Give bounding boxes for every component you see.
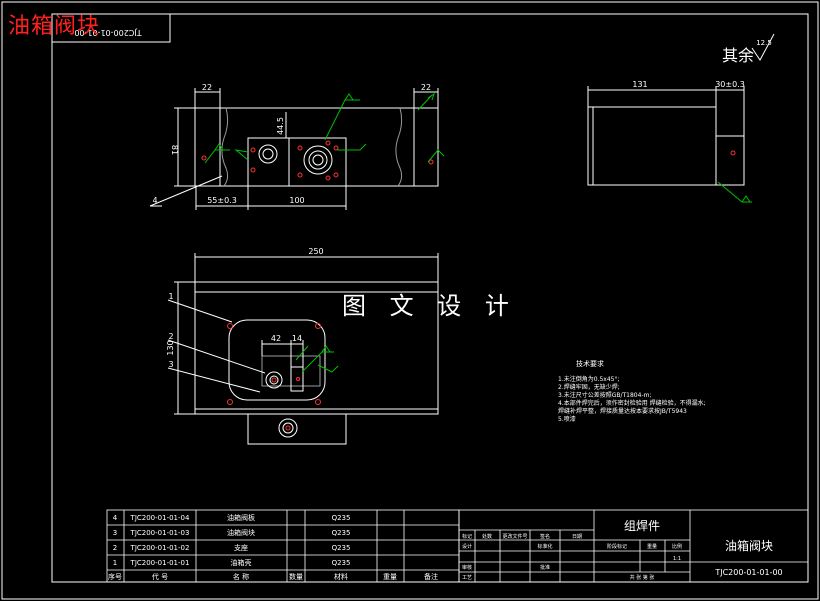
side-view <box>587 86 745 186</box>
bom-cell-material: Q235 <box>332 529 351 537</box>
tb-sign: 签名 <box>540 533 550 540</box>
bom-cell-no: 4 <box>113 514 118 522</box>
tb-mark: 标记 <box>462 533 472 540</box>
bom-header-remark: 备注 <box>424 572 438 581</box>
top-view-weld-symbols <box>204 92 445 164</box>
callout-3: 3 <box>168 360 173 369</box>
top-view <box>149 88 439 210</box>
tech-req-title: 技术要求 <box>576 360 604 368</box>
dim-bottom-100: 100 <box>289 196 304 205</box>
tech-req-line: 4.本部件焊完后，须作密封检验用 焊缝检验，不得漏水; <box>558 400 706 407</box>
tb-review: 审核 <box>462 564 472 571</box>
watermark: 图 文 设 计 <box>342 292 517 320</box>
dim-side-30: 30±0.3 <box>715 80 745 89</box>
bom-cell-name: 油箱阀块 <box>227 528 255 537</box>
tech-req-line: 3.未注尺寸公差按照GB/T1804-m; <box>558 392 652 399</box>
dim-front-14: 14 <box>292 334 302 343</box>
tb-approve: 批准 <box>540 564 550 571</box>
tech-req-line: 2.焊缝牢固，无缺少焊; <box>558 384 620 391</box>
bom-cell-material: Q235 <box>332 514 351 522</box>
tb-assembly: 组焊件 <box>624 518 660 533</box>
dim-height-81: 81 <box>170 145 179 155</box>
tb-scale-value: 1:1 <box>673 556 681 562</box>
tb-sheets: 共 张 第 张 <box>630 574 655 581</box>
callout-1: 1 <box>168 292 173 301</box>
tech-req-line: 焊缝补焊平整，焊接质量达按本要求按JB/T5943 <box>558 408 687 415</box>
bom-header: 序号 代 号 名 称 数量 材料 重量 备注 <box>108 572 438 581</box>
tb-change-doc: 更改文件号 <box>502 533 527 540</box>
bom-cell-material: Q235 <box>332 559 351 567</box>
bom-header-weight: 重量 <box>383 573 397 581</box>
tb-designer: 设计 <box>462 543 472 550</box>
bom-header-qty: 数量 <box>289 572 303 581</box>
tb-date: 日期 <box>572 534 582 540</box>
title-block: 标记 处数 更改文件号 签名 日期 设计 标准化 审核 工艺 批准 阶段标记 重… <box>462 518 783 581</box>
roughness-value: 12.5 <box>756 39 772 47</box>
front-view <box>167 253 439 445</box>
bom-header-code: 代 号 <box>152 572 168 581</box>
dim-bottom-55: 55±0.3 <box>207 196 237 205</box>
roughness-symbol <box>751 33 775 61</box>
bom-cell-name: 支座 <box>234 543 248 552</box>
tech-req-line: 1.未注倒角为0.5x45°; <box>558 376 620 383</box>
bom-cell-name: 油箱阀板 <box>227 513 255 522</box>
tb-part-name: 油箱阀块 <box>725 538 773 553</box>
front-view-weld-symbols <box>295 345 339 373</box>
bom-cell-no: 2 <box>113 544 117 552</box>
drawing-title: 油箱阀块 <box>8 14 101 39</box>
bom-cell-material: Q235 <box>332 544 351 552</box>
bom-cell-code: TJC200-01-01-03 <box>130 529 190 537</box>
callout-2: 2 <box>168 332 173 341</box>
technical-requirements: 技术要求 1.未注倒角为0.5x45°; 2.焊缝牢固，无缺少焊; 3.未注尺寸… <box>558 360 768 424</box>
bom-cell-no: 1 <box>113 559 117 567</box>
tb-craft: 工艺 <box>462 575 472 581</box>
dim-top-right-22: 22 <box>421 83 431 92</box>
bom-cell-name: 油箱壳 <box>231 558 252 567</box>
dim-top-left-22: 22 <box>202 83 212 92</box>
tb-scale: 比例 <box>672 543 682 550</box>
tb-stage-mark: 阶段标记 <box>607 543 627 550</box>
tb-count: 处数 <box>482 533 492 540</box>
tb-standard: 标准化 <box>537 543 552 550</box>
side-view-hole <box>730 150 736 156</box>
bom-cell-code: TJC200-01-01-02 <box>130 544 190 552</box>
bom-header-no: 序号 <box>108 572 122 581</box>
dim-front-42: 42 <box>271 334 281 343</box>
callout-4: 4 <box>152 196 157 205</box>
dim-height-44-5: 44.5 <box>276 117 285 135</box>
bom-cell-code: TJC200-01-01-01 <box>130 559 190 567</box>
bom-header-material: 材料 <box>334 572 348 581</box>
roughness-other-label: 其余 <box>722 46 755 65</box>
tb-drawing-no: TJC200-01-01-00 <box>714 568 782 577</box>
bom-cell-no: 3 <box>113 529 117 537</box>
dim-front-250: 250 <box>308 247 323 256</box>
tech-req-line: 5.喷漆 <box>558 416 576 423</box>
tb-weight: 重量 <box>647 543 657 550</box>
bom-header-name: 名 称 <box>233 572 249 581</box>
bom-cell-code: TJC200-01-01-04 <box>130 514 190 522</box>
dim-front-130: 130 <box>166 340 175 355</box>
dim-side-131: 131 <box>632 80 647 89</box>
